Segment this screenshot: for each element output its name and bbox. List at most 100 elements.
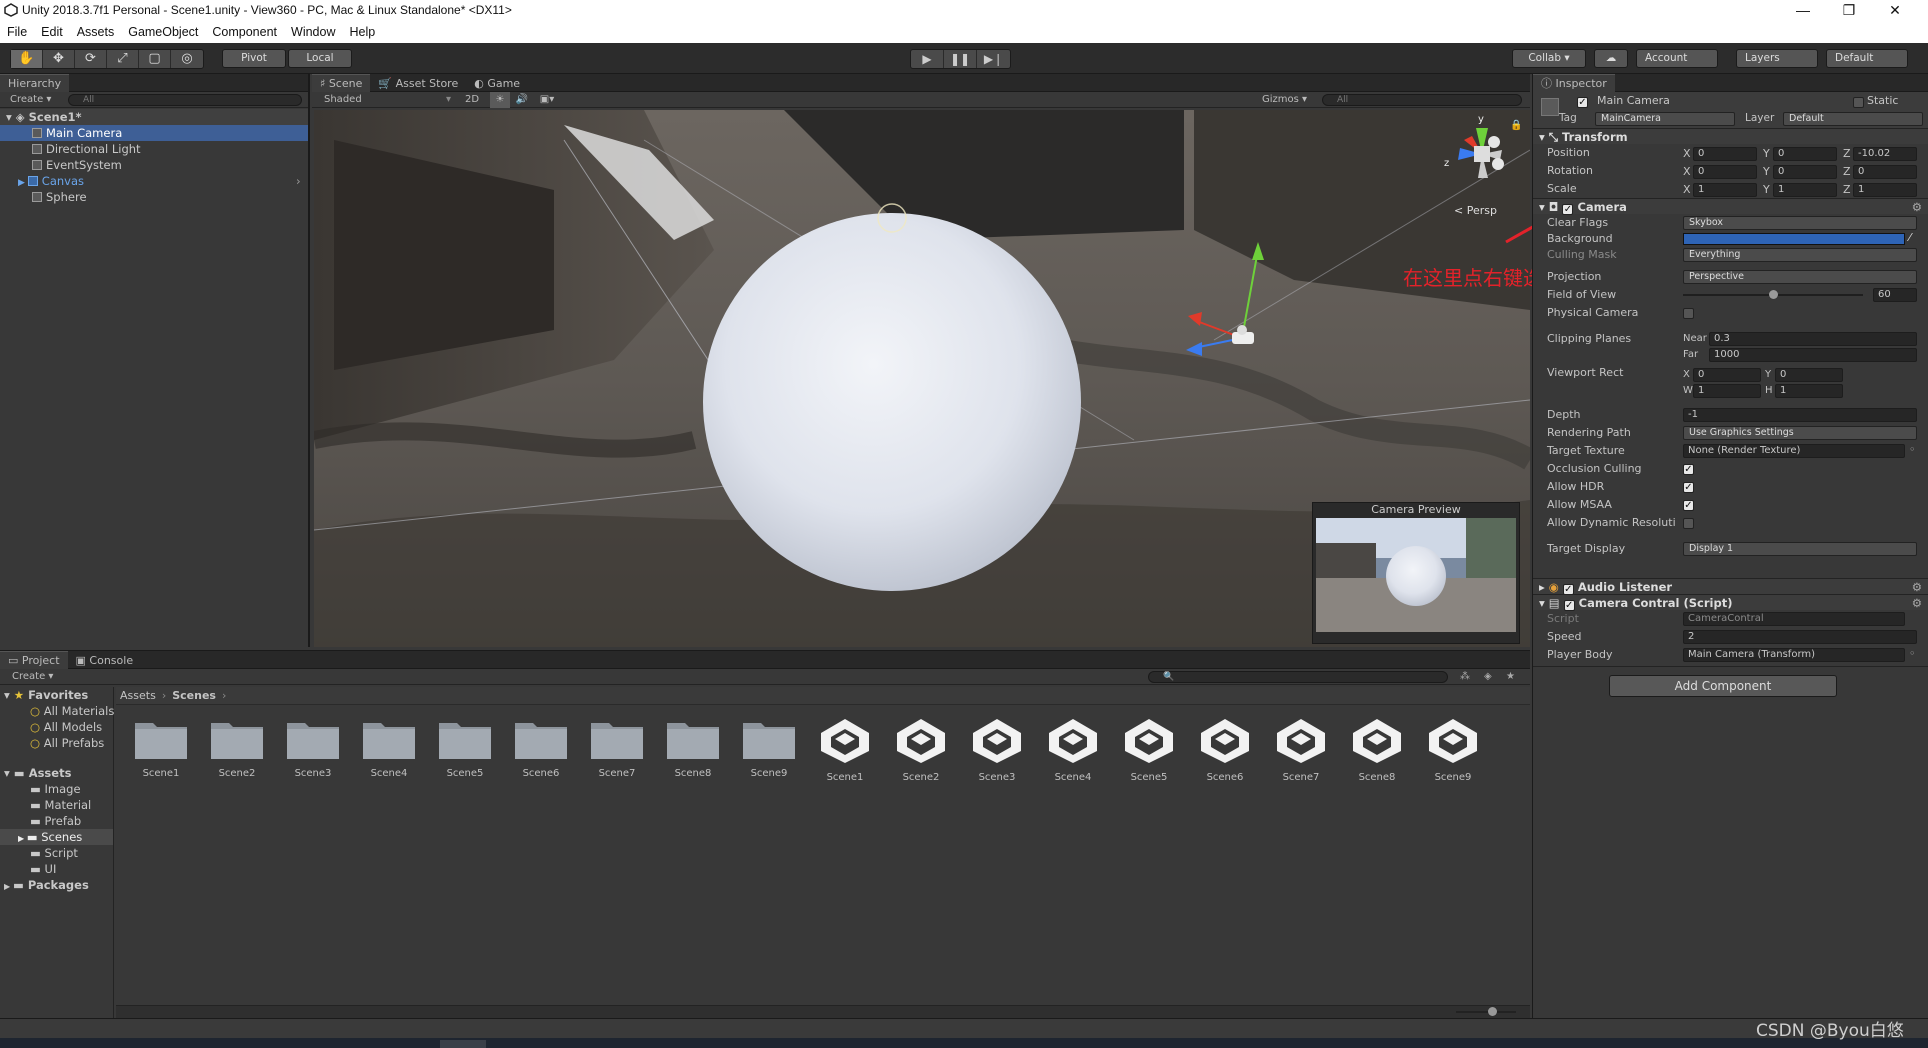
asset-folder-tile[interactable]: Scene5 [432,717,498,797]
foldout-arrow-icon[interactable]: ▾ [1539,200,1549,214]
allow-msaa-checkbox[interactable]: ✓ [1683,500,1694,511]
settings-gear-icon[interactable]: ⚙ [1912,579,1922,595]
viewport-x-field[interactable]: 0 [1693,368,1761,382]
allow-hdr-checkbox[interactable]: ✓ [1683,482,1694,493]
occlusion-culling-checkbox[interactable]: ✓ [1683,464,1694,475]
chevron-right-icon[interactable]: › [296,173,301,189]
scene-asset-tile[interactable]: Scene5 [1116,717,1182,797]
tab-inspector[interactable]: ⓘ Inspector [1533,74,1615,92]
foldout-arrow-icon[interactable]: ▸ [1539,580,1549,594]
lighting-toggle-icon[interactable]: ☀ [490,92,510,108]
tab-hierarchy[interactable]: Hierarchy [0,74,70,92]
menu-help[interactable]: Help [342,22,382,39]
hierarchy-item-sphere[interactable]: Sphere [0,189,308,205]
expand-arrow-icon[interactable]: ▶ [18,834,27,843]
asset-folder-tile[interactable]: Scene1 [128,717,194,797]
favorite-star-icon[interactable]: ★ [1506,669,1515,685]
static-checkbox[interactable] [1853,97,1864,108]
scene-root[interactable]: ▾ ◈ Scene1* [0,109,308,125]
menu-gameobject[interactable]: GameObject [121,22,205,39]
tab-asset-store[interactable]: 🛒 Asset Store [370,75,466,93]
scene-search-input[interactable]: All [1322,94,1522,106]
projection-dropdown[interactable]: Perspective [1683,270,1917,284]
hierarchy-item-directional-light[interactable]: Directional Light [0,141,308,157]
assets-root[interactable]: ▾ ▬ Assets [0,765,113,781]
layer-dropdown[interactable]: Default [1783,112,1923,126]
add-component-button[interactable]: Add Component [1609,675,1837,697]
scale-x-field[interactable]: 1 [1693,183,1757,197]
viewport-w-field[interactable]: 1 [1693,384,1761,398]
object-picker-icon[interactable]: ◦ [1909,647,1916,660]
scene-asset-tile[interactable]: Scene3 [964,717,1030,797]
favorite-item-models[interactable]: ○ All Models [0,719,113,735]
hierarchy-create-button[interactable]: Create ▾ [0,94,51,105]
menu-edit[interactable]: Edit [34,22,70,39]
tab-scene[interactable]: ♯ Scene [312,74,371,92]
asset-folder-tile[interactable]: Scene7 [584,717,650,797]
maximize-button[interactable]: ❐ [1826,0,1872,22]
tag-dropdown[interactable]: MainCamera [1595,112,1735,126]
scale-z-field[interactable]: 1 [1853,183,1917,197]
effects-toggle-icon[interactable]: ▣▾ [534,92,560,108]
projection-toggle[interactable]: < Persp [1454,204,1497,217]
viewport-y-field[interactable]: 0 [1775,368,1843,382]
scene-asset-tile[interactable]: Scene1 [812,717,878,797]
project-search-input[interactable]: 🔍 [1148,671,1448,683]
project-create-button[interactable]: Create ▾ [0,671,53,682]
asset-folder-tile[interactable]: Scene8 [660,717,726,797]
favorites-root[interactable]: ▾ ★ Favorites [0,687,113,703]
minimize-button[interactable]: — [1780,0,1826,22]
scene-asset-tile[interactable]: Scene9 [1420,717,1486,797]
expand-arrow-icon[interactable]: ▾ [6,110,16,124]
collab-dropdown[interactable]: Collab ▾ [1512,49,1586,68]
transform-tool-icon[interactable]: ◎ [171,50,203,68]
shading-dropdown[interactable]: Shaded [324,92,444,108]
speed-field[interactable]: 2 [1683,630,1917,644]
scene-asset-tile[interactable]: Scene6 [1192,717,1258,797]
menu-assets[interactable]: Assets [70,22,122,39]
fov-slider-thumb[interactable] [1769,290,1779,299]
object-picker-icon[interactable]: ◦ [1909,443,1916,456]
settings-gear-icon[interactable]: ⚙ [1912,199,1922,215]
scene-asset-tile[interactable]: Scene7 [1268,717,1334,797]
sphere-object[interactable] [703,213,1081,591]
position-y-field[interactable]: 0 [1773,147,1837,161]
cloud-icon[interactable]: ☁ [1594,49,1628,68]
target-texture-field[interactable]: None (Render Texture) [1683,444,1905,458]
hierarchy-item-canvas[interactable]: ▶ Canvas › [0,173,308,189]
menu-window[interactable]: Window [284,22,342,39]
taskbar-item[interactable] [440,1040,486,1048]
close-button[interactable]: ✕ [1872,0,1918,22]
asset-folder-material[interactable]: ▬ Material [0,797,113,813]
account-dropdown[interactable]: Account [1636,49,1718,68]
pivot-toggle[interactable]: Pivot [222,49,286,68]
scene-viewport[interactable]: y z < Persp 🔒 Camera Preview [314,110,1530,647]
scene-asset-tile[interactable]: Scene8 [1344,717,1410,797]
eyedropper-icon[interactable]: ⁄ [1909,231,1911,244]
position-x-field[interactable]: 0 [1693,147,1757,161]
scale-tool-icon[interactable]: ⤢ [107,50,139,68]
move-tool-icon[interactable]: ✥ [43,50,75,68]
camera-component-header[interactable]: ▾ ◘ ✓ Camera ⚙ [1533,198,1928,215]
hand-tool-icon[interactable]: ✋ [11,50,43,68]
play-button[interactable]: ▶ [911,50,944,68]
icon-size-slider-thumb[interactable] [1488,1007,1497,1016]
filter-label-icon[interactable]: ◈ [1484,669,1492,685]
fov-field[interactable]: 60 [1873,288,1917,302]
foldout-arrow-icon[interactable]: ▾ [1539,596,1549,610]
step-button[interactable]: ▶❘ [977,50,1010,68]
scene-asset-tile[interactable]: Scene2 [888,717,954,797]
layout-dropdown[interactable]: Default [1826,49,1908,68]
tab-project[interactable]: ▭ Project [0,651,68,669]
rotate-tool-icon[interactable]: ⟳ [75,50,107,68]
dynamic-resolution-checkbox[interactable] [1683,518,1694,529]
depth-field[interactable]: -1 [1683,408,1917,422]
script-component-header[interactable]: ▾ ▤ ✓ Camera Contral (Script) ⚙ [1533,594,1928,611]
position-z-field[interactable]: -10.02 [1853,147,1917,161]
favorite-item-prefabs[interactable]: ○ All Prefabs [0,735,113,751]
settings-gear-icon[interactable]: ⚙ [1912,595,1922,611]
transform-component-header[interactable]: ▾ ⤡ Transform [1533,128,1928,144]
target-display-dropdown[interactable]: Display 1 [1683,542,1917,556]
tab-console[interactable]: ▣ Console [68,652,142,670]
icon-size-slider[interactable] [1456,1011,1516,1013]
